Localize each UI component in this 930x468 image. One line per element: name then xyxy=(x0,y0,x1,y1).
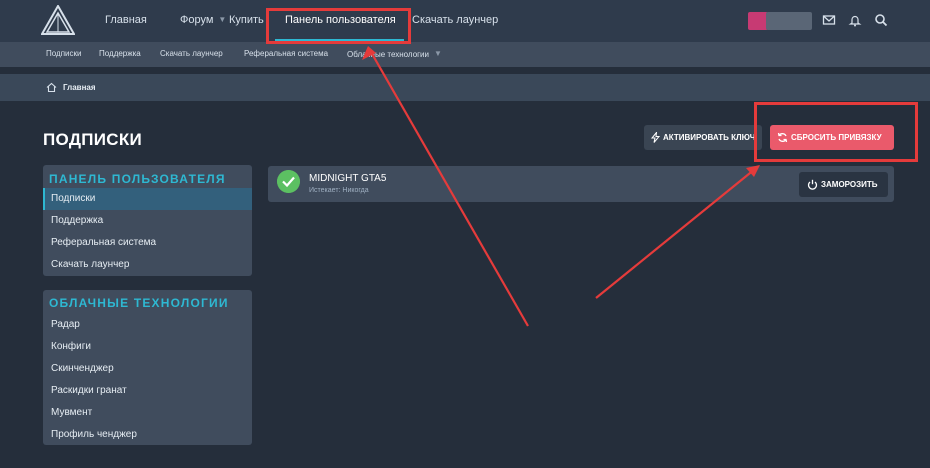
sidebar-item-label: Мувмент xyxy=(51,407,93,418)
subnav-support-label: Поддержка xyxy=(99,49,141,58)
annotation-box-reset-button xyxy=(754,102,918,162)
subnav-referral-label: Реферальная система xyxy=(244,49,329,58)
sidebar-item-referral[interactable]: Реферальная система xyxy=(43,232,252,254)
subnav-referral[interactable]: Реферальная система xyxy=(244,49,328,58)
sidebar-item-label: Подписки xyxy=(51,193,96,204)
sidebar-item-label: Скачать лаунчер xyxy=(51,259,130,270)
username-redacted[interactable] xyxy=(766,12,812,30)
nav-download-launcher-label: Скачать лаунчер xyxy=(412,14,499,26)
sidebar-item-download-launcher[interactable]: Скачать лаунчер xyxy=(43,254,252,276)
sidebar-user-panel: ПАНЕЛЬ ПОЛЬЗОВАТЕЛЯ Подписки Поддержка Р… xyxy=(43,165,252,276)
sidebar-item-label: Конфиги xyxy=(51,341,91,352)
subnav-download-launcher[interactable]: Скачать лаунчер xyxy=(160,49,223,58)
sidebar-item-label: Поддержка xyxy=(51,215,104,226)
chevron-down-icon: ▼ xyxy=(218,15,227,24)
subscription-expiry: Истекает: Никогда xyxy=(309,187,369,194)
sidebar-item-label: Скинченджер xyxy=(51,363,114,374)
breadcrumb xyxy=(0,74,930,101)
logo-icon[interactable] xyxy=(41,5,75,35)
avatar[interactable] xyxy=(748,12,768,30)
sidebar-cloud-panel-title: ОБЛАЧНЫЕ ТЕХНОЛОГИИ xyxy=(49,296,229,310)
freeze-button[interactable]: ЗАМОРОЗИТЬ xyxy=(799,172,888,197)
subnav-support[interactable]: Поддержка xyxy=(99,49,141,58)
nav-home[interactable]: Главная xyxy=(105,14,147,26)
nav-download-launcher[interactable]: Скачать лаунчер xyxy=(412,14,498,26)
search-icon[interactable] xyxy=(874,13,888,27)
sidebar-item-configs[interactable]: Конфиги xyxy=(43,336,252,358)
activate-key-button[interactable]: АКТИВИРОВАТЬ КЛЮЧ xyxy=(644,125,762,150)
sidebar-item-label: Профиль ченджер xyxy=(51,429,137,440)
check-circle-icon xyxy=(277,170,300,193)
sidebar-item-movement[interactable]: Мувмент xyxy=(43,402,252,424)
sidebar-user-panel-title: ПАНЕЛЬ ПОЛЬЗОВАТЕЛЯ xyxy=(49,172,226,186)
activate-key-label: АКТИВИРОВАТЬ КЛЮЧ xyxy=(663,133,756,142)
nav-forum-label: Форум xyxy=(180,14,214,26)
nav-forum[interactable]: Форум ▼ xyxy=(180,14,226,26)
sidebar-item-subscriptions[interactable]: Подписки xyxy=(43,188,252,210)
subnav-subscriptions-label: Подписки xyxy=(46,49,82,58)
nav-buy-label: Купить xyxy=(229,14,264,26)
sub-navigation: Подписки Поддержка Скачать лаунчер Рефер… xyxy=(0,42,930,67)
sidebar-item-support[interactable]: Поддержка xyxy=(43,210,252,232)
sidebar-item-grenade-lineups[interactable]: Раскидки гранат xyxy=(43,380,252,402)
subnav-subscriptions[interactable]: Подписки xyxy=(46,49,81,58)
freeze-label: ЗАМОРОЗИТЬ xyxy=(821,180,878,189)
sidebar-item-radar[interactable]: Радар xyxy=(43,314,252,336)
page-title: ПОДПИСКИ xyxy=(43,130,143,149)
nav-buy[interactable]: Купить xyxy=(229,14,264,26)
nav-home-label: Главная xyxy=(105,14,147,26)
sidebar-item-skinchanger[interactable]: Скинченджер xyxy=(43,358,252,380)
chevron-down-icon: ▼ xyxy=(434,49,442,58)
subnav-download-launcher-label: Скачать лаунчер xyxy=(160,49,223,58)
sidebar-item-label: Раскидки гранат xyxy=(51,385,127,396)
sidebar-item-label: Радар xyxy=(51,319,80,330)
subnav-cloud-tech-label: Облачные технологии xyxy=(347,50,429,59)
sidebar-item-profile-changer[interactable]: Профиль ченджер xyxy=(43,424,252,446)
annotation-box-user-panel xyxy=(266,8,411,44)
subnav-cloud-tech[interactable]: Облачные технологии ▼ xyxy=(347,49,442,59)
sidebar-cloud-panel: ОБЛАЧНЫЕ ТЕХНОЛОГИИ Радар Конфиги Скинче… xyxy=(43,290,252,445)
lightning-icon xyxy=(650,132,661,143)
subscription-name: MIDNIGHT GTA5 xyxy=(309,173,387,184)
mail-icon[interactable] xyxy=(822,13,836,27)
breadcrumb-home[interactable]: Главная xyxy=(63,83,96,92)
sidebar-item-label: Реферальная система xyxy=(51,237,157,248)
power-icon xyxy=(807,179,818,190)
home-icon[interactable] xyxy=(46,82,57,93)
bell-icon[interactable] xyxy=(848,13,862,27)
top-navigation: Главная Форум ▼ Купить Панель пользовател… xyxy=(0,0,930,42)
